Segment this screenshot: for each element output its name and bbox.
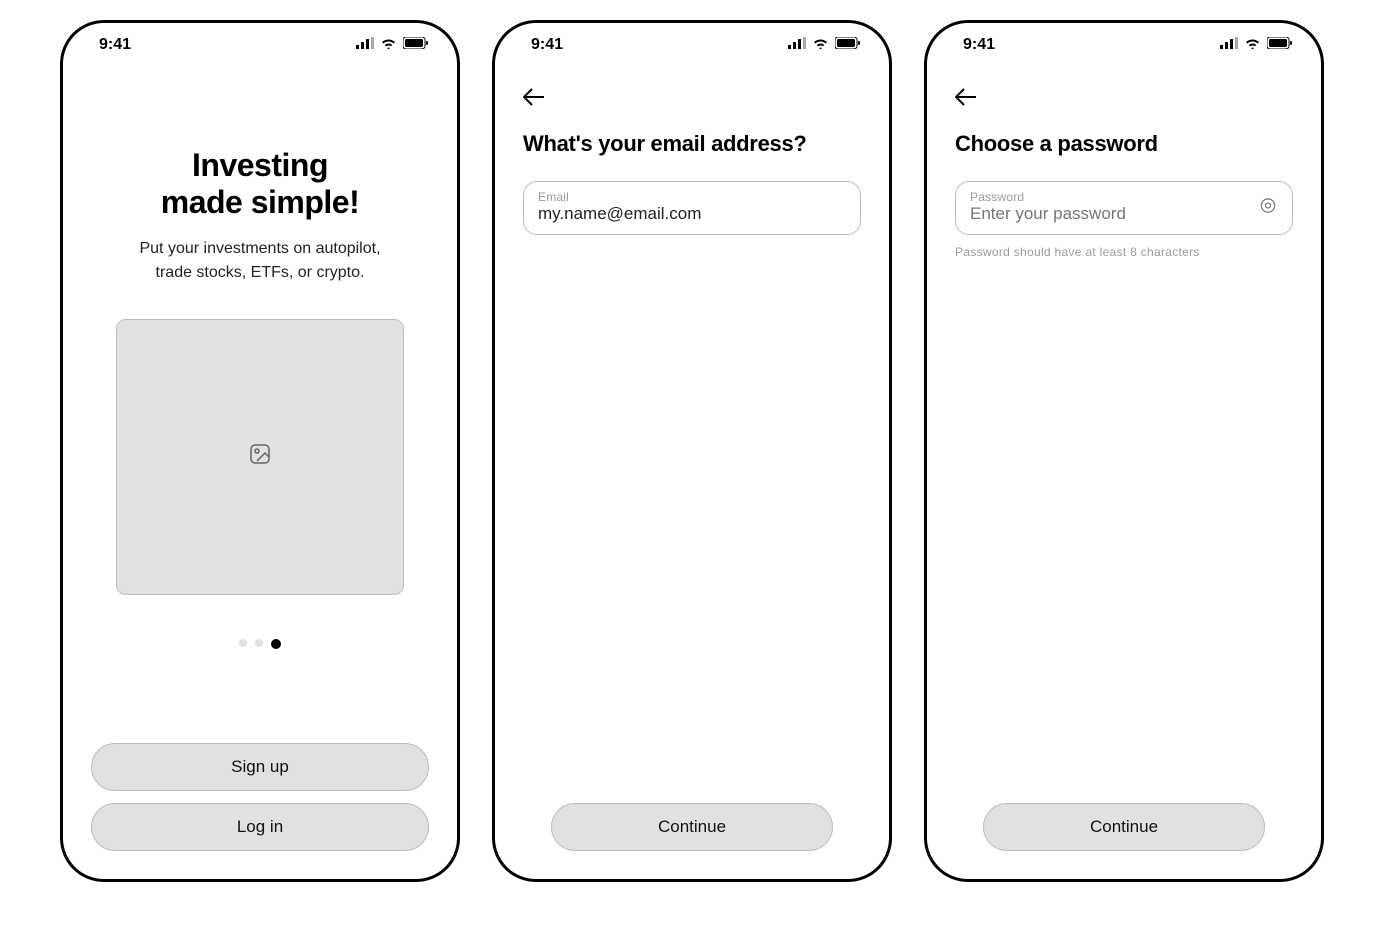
status-bar: 9:41: [495, 23, 889, 67]
email-input[interactable]: [538, 204, 846, 224]
password-label: Password: [970, 190, 1278, 204]
pagination-dots: [91, 639, 429, 649]
signal-icon: [1220, 36, 1238, 54]
show-password-button[interactable]: [1258, 196, 1278, 221]
signup-button[interactable]: Sign up: [91, 743, 429, 791]
password-hint: Password should have at least 8 characte…: [955, 245, 1293, 259]
dot-3-active[interactable]: [271, 639, 281, 649]
password-field-container[interactable]: Password: [955, 181, 1293, 235]
signal-icon: [788, 36, 806, 54]
status-icons: [788, 36, 861, 54]
battery-icon: [403, 36, 429, 54]
subtitle-line-2: trade stocks, ETFs, or crypto.: [156, 264, 365, 281]
onboarding-subtitle: Put your investments on autopilot, trade…: [91, 237, 429, 285]
continue-button[interactable]: Continue: [551, 803, 833, 851]
dot-2[interactable]: [255, 639, 263, 647]
battery-icon: [835, 36, 861, 54]
signal-icon: [356, 36, 374, 54]
arrow-left-icon: [523, 88, 545, 111]
status-bar: 9:41: [63, 23, 457, 67]
back-button[interactable]: [955, 85, 983, 113]
password-input[interactable]: [970, 204, 1278, 224]
image-icon: [248, 442, 272, 471]
continue-button[interactable]: Continue: [983, 803, 1265, 851]
password-screen: 9:41 Choose a password Password: [924, 20, 1324, 882]
email-label: Email: [538, 190, 846, 204]
dot-1[interactable]: [239, 639, 247, 647]
onboarding-screen: 9:41 Investing made simple! Put your inv…: [60, 20, 460, 882]
login-button[interactable]: Log in: [91, 803, 429, 851]
title-line-1: Investing: [192, 147, 328, 183]
password-heading: Choose a password: [955, 131, 1293, 157]
wifi-icon: [812, 36, 829, 54]
subtitle-line-1: Put your investments on autopilot,: [139, 240, 380, 257]
status-bar: 9:41: [927, 23, 1321, 67]
eye-icon: [1258, 203, 1278, 220]
status-time: 9:41: [531, 36, 563, 54]
onboarding-title: Investing made simple!: [91, 147, 429, 221]
status-time: 9:41: [963, 36, 995, 54]
wifi-icon: [1244, 36, 1261, 54]
email-field-container[interactable]: Email: [523, 181, 861, 235]
status-icons: [356, 36, 429, 54]
status-time: 9:41: [99, 36, 131, 54]
email-heading: What's your email address?: [523, 131, 861, 157]
title-line-2: made simple!: [161, 184, 360, 220]
email-screen: 9:41 What's your email address? Email C: [492, 20, 892, 882]
arrow-left-icon: [955, 88, 977, 111]
battery-icon: [1267, 36, 1293, 54]
onboarding-image-placeholder: [116, 319, 404, 595]
wifi-icon: [380, 36, 397, 54]
status-icons: [1220, 36, 1293, 54]
back-button[interactable]: [523, 85, 551, 113]
